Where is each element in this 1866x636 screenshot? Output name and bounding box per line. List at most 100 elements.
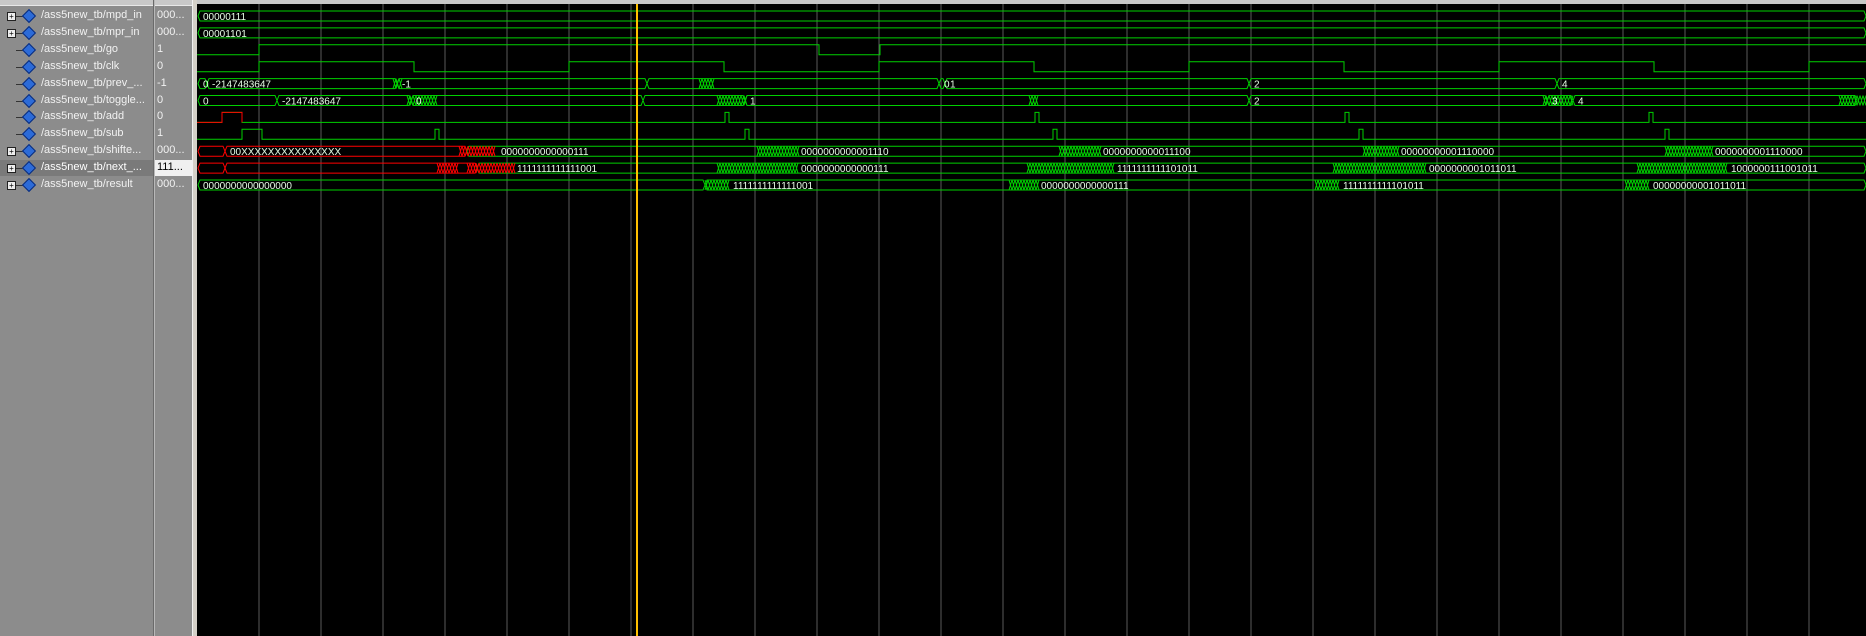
- signal-diamond-icon: [21, 25, 37, 40]
- signal-name-pane: + /ass5new_tb/mpd_in + /ass5new_tb/mpr_in/a…: [0, 0, 154, 636]
- signal-name: /ass5new_tb/mpr_in: [41, 25, 140, 38]
- signal-name: /ass5new_tb/next_...: [41, 161, 142, 174]
- value-row[interactable]: 000...: [155, 8, 193, 24]
- signal-row[interactable]: /ass5new_tb/prev_...: [0, 76, 153, 92]
- signal-value: 0: [157, 93, 164, 106]
- bus-value-label: 0: [203, 97, 209, 108]
- signal-diamond-icon: [21, 8, 37, 24]
- digital-trace: [197, 128, 1866, 140]
- signal-value: 1: [157, 42, 164, 55]
- signal-row[interactable]: /ass5new_tb/add: [0, 109, 153, 125]
- transition-cluster: [1542, 95, 1574, 106]
- digital-trace: [197, 61, 1866, 73]
- signal-name: /ass5new_tb/prev_...: [41, 76, 143, 89]
- value-row[interactable]: 1: [155, 42, 193, 58]
- expand-icon[interactable]: +: [7, 12, 16, 21]
- transition-cluster: [1028, 95, 1039, 106]
- value-pane-header: [155, 0, 193, 6]
- value-row[interactable]: 1: [155, 126, 193, 142]
- signal-value: 000...: [157, 178, 185, 190]
- bus-value-label: 0000000001110000: [1715, 147, 1803, 158]
- bus-value-label: 1111111111111001: [733, 181, 814, 192]
- value-row[interactable]: 000...: [155, 143, 193, 159]
- bus-segment: [1248, 95, 1548, 106]
- bus-segment: [197, 145, 226, 157]
- signal-value: 000...: [157, 25, 185, 38]
- signal-row[interactable]: /ass5new_tb/toggle...: [0, 93, 153, 109]
- bus-value-label: 0000000001011011: [1429, 164, 1517, 175]
- value-row[interactable]: 0: [155, 93, 193, 109]
- signal-row[interactable]: /ass5new_tb/sub: [0, 126, 153, 142]
- transition-cluster: [1664, 146, 1714, 157]
- signal-value: 1: [157, 127, 164, 140]
- bus-value-label: -2147483647: [282, 97, 341, 108]
- bus-segment: [410, 95, 644, 106]
- signal-value: 000...: [157, 9, 185, 21]
- bus-value-label: 4: [1578, 97, 1584, 108]
- transition-cluster: [1624, 179, 1650, 191]
- digital-trace: [197, 111, 1866, 123]
- transition-cluster: [436, 162, 459, 174]
- bus-value-label: 0000000000000111: [1041, 181, 1129, 192]
- signal-value: 111...: [157, 161, 183, 174]
- bus-value-label: 1111111111101011: [1343, 181, 1424, 192]
- signal-diamond-icon: [21, 76, 37, 91]
- signal-row[interactable]: /ass5new_tb/go: [0, 42, 153, 58]
- transition-cluster: [1332, 162, 1427, 174]
- signal-value: 0: [157, 110, 164, 123]
- transition-cluster: [406, 95, 438, 106]
- waveform-pane[interactable]: 00000111 00001101 0 -2147483647 -1 0 1 2 4 0 -2147…: [197, 0, 1866, 636]
- transition-cluster: [1838, 95, 1866, 106]
- value-row[interactable]: 000...: [155, 177, 193, 193]
- waveform-canvas[interactable]: 00000111000011010 -2147483647 -1 0 1 2 40 -2147…: [197, 0, 1866, 636]
- bus-value-label: 00000000001011011: [1653, 181, 1747, 192]
- bus-value-label: 00XXXXXXXXXXXXXXX: [230, 147, 342, 158]
- bus-value-label: -2147483647: [212, 80, 271, 91]
- bus-segment: [197, 10, 1866, 22]
- signal-row[interactable]: + /ass5new_tb/shifte...: [0, 143, 153, 159]
- wave-window: + /ass5new_tb/mpd_in + /ass5new_tb/mpr_in/a…: [0, 0, 1866, 636]
- expand-icon[interactable]: +: [7, 164, 16, 174]
- bus-value-label: 0000000000000000: [203, 181, 292, 192]
- bus-segment: [646, 78, 940, 90]
- transition-cluster: [1008, 179, 1040, 191]
- signal-diamond-icon: [21, 59, 37, 74]
- signal-row[interactable]: + /ass5new_tb/result: [0, 177, 153, 193]
- bus-value-label: 00000000001110000: [1401, 147, 1495, 158]
- bus-value-label: 2: [1254, 80, 1260, 91]
- bus-value-label: 4: [1562, 80, 1568, 91]
- value-row[interactable]: 111...: [155, 160, 193, 177]
- signal-name: /ass5new_tb/toggle...: [41, 93, 145, 106]
- bus-value-label: 3: [1552, 97, 1558, 108]
- bus-value-label: -1: [402, 80, 411, 91]
- bus-segment: [1556, 78, 1866, 90]
- signal-name: /ass5new_tb/result: [41, 178, 133, 190]
- signal-row[interactable]: + /ass5new_tb/mpd_in: [0, 8, 153, 24]
- signal-diamond-icon: [21, 161, 37, 176]
- signal-traces: [197, 10, 1866, 191]
- value-row[interactable]: -1: [155, 76, 193, 92]
- value-row[interactable]: 000...: [155, 25, 193, 41]
- digital-trace: [197, 44, 1866, 56]
- bus-value-label: 1: [950, 80, 956, 91]
- transition-cluster: [392, 78, 403, 89]
- signal-row[interactable]: + /ass5new_tb/next_...: [0, 160, 153, 177]
- expand-icon[interactable]: +: [7, 181, 16, 190]
- bus-value-label: 0: [416, 97, 422, 108]
- bus-value-label: 0000000000001110: [801, 147, 889, 158]
- transition-cluster: [716, 95, 748, 106]
- bus-segment: [396, 78, 648, 90]
- transition-cluster: [716, 162, 799, 174]
- transition-cluster: [1636, 162, 1728, 174]
- value-row[interactable]: 0: [155, 59, 193, 75]
- expand-icon[interactable]: +: [7, 28, 16, 38]
- signal-row[interactable]: + /ass5new_tb/mpr_in: [0, 25, 153, 41]
- expand-icon[interactable]: +: [7, 147, 16, 157]
- signal-name: /ass5new_tb/go: [41, 42, 119, 55]
- value-row[interactable]: 0: [155, 109, 193, 125]
- signal-row[interactable]: /ass5new_tb/clk: [0, 59, 153, 75]
- bus-segment: [197, 27, 1866, 39]
- waveform-header-strip: [197, 0, 1866, 4]
- transition-cluster: [1314, 179, 1340, 191]
- transition-cluster: [756, 146, 800, 157]
